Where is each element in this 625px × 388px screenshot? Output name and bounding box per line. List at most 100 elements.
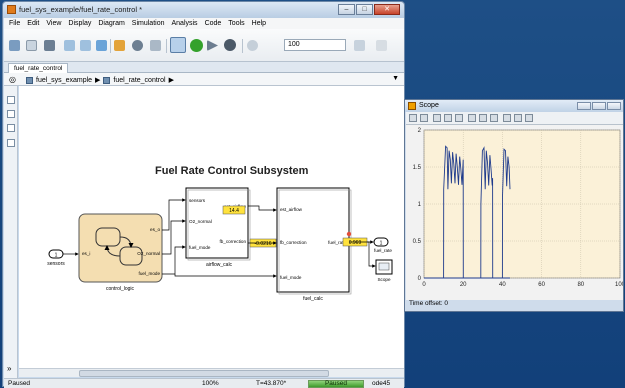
breadcrumb-item-root[interactable]: fuel_sys_example [36, 77, 92, 84]
airflow-calc-in-label: fuel_mode [189, 245, 211, 250]
scope-maximize-button[interactable] [592, 102, 606, 110]
y-tick-label: 2 [418, 128, 422, 134]
menu-file[interactable]: File [9, 20, 20, 27]
step-back-icon[interactable] [170, 37, 186, 53]
record-icon[interactable] [247, 40, 258, 51]
display-fb-correction-value: -0.0216 [255, 241, 272, 247]
signal-indicator-icon [346, 231, 352, 237]
menu-help[interactable]: Help [252, 20, 266, 27]
floating-scope-icon[interactable] [503, 114, 511, 122]
lock-axes-icon[interactable] [514, 114, 522, 122]
fuel-calc-in-label: fuel_mode [280, 275, 302, 280]
save-axes-icon[interactable] [479, 114, 487, 122]
toolbar: 100 [4, 29, 404, 62]
time-offset-value: 0 [444, 300, 449, 307]
subsystem-icon [103, 76, 111, 84]
signal-selection-icon[interactable] [525, 114, 533, 122]
maximize-button[interactable]: □ [356, 4, 373, 15]
zoom-y-icon[interactable] [455, 114, 463, 122]
menu-diagram[interactable]: Diagram [98, 20, 124, 27]
y-tick-label: 1.5 [413, 165, 422, 171]
breadcrumb-item-subsystem[interactable]: fuel_rate_control [113, 77, 165, 84]
left-palette: » [4, 86, 18, 378]
continue-run-icon[interactable] [190, 39, 203, 52]
x-tick-label: 80 [577, 282, 584, 288]
title-bar[interactable]: fuel_sys_example/fuel_rate_control * – □… [3, 2, 404, 18]
horizontal-scrollbar[interactable] [19, 368, 404, 377]
simulation-progress: Paused [308, 380, 364, 388]
new-model-icon[interactable] [9, 40, 20, 51]
stop-icon[interactable] [224, 39, 236, 51]
sim-time: T=43.870* [256, 380, 287, 387]
diagram-canvas[interactable]: Fuel Rate Control Subsystem 1 sensors es… [19, 86, 404, 368]
progress-label: Paused [324, 380, 348, 387]
save-icon[interactable] [44, 40, 55, 51]
menu-code[interactable]: Code [205, 20, 222, 27]
menu-display[interactable]: Display [68, 20, 91, 27]
scope-minimize-button[interactable] [577, 102, 591, 110]
settings-gear-icon[interactable] [132, 40, 143, 51]
model-explorer-icon[interactable] [150, 40, 161, 51]
display-est-airflow-value: 14.4 [229, 208, 239, 214]
expand-palette-icon[interactable]: » [7, 364, 11, 373]
model-icon [26, 76, 33, 84]
menu-tools[interactable]: Tools [228, 20, 244, 27]
library-browser-icon[interactable] [114, 40, 125, 51]
chevron-down-icon[interactable]: ▼ [392, 75, 399, 82]
simulink-window: fuel_sys_example/fuel_rate_control * – □… [2, 1, 405, 388]
airflow-calc-in-label: O2_normal [189, 219, 212, 224]
annotation-icon[interactable] [7, 139, 15, 147]
zoom-icon[interactable] [433, 114, 441, 122]
model-advisor-icon[interactable] [354, 40, 365, 51]
close-button[interactable]: ✕ [374, 4, 400, 15]
menu-edit[interactable]: Edit [27, 20, 39, 27]
time-offset-label: Time offset: [409, 300, 443, 307]
step-forward-icon[interactable] [207, 40, 218, 51]
scope-app-icon [408, 102, 416, 110]
control-logic-out-label: O2_normal [137, 251, 160, 256]
up-arrow-icon[interactable] [96, 40, 107, 51]
tab-fuel-rate-control[interactable]: fuel_rate_control [8, 63, 69, 73]
scope-block-label: Scope [377, 277, 390, 282]
x-tick-label: 100 [615, 282, 623, 288]
control-logic-out-label: fuel_mode [139, 271, 161, 276]
parameters-icon[interactable] [420, 114, 428, 122]
build-icon[interactable] [376, 40, 387, 51]
breadcrumb-separator-icon: ▶ [95, 77, 101, 84]
scrollbar-thumb[interactable] [79, 370, 329, 377]
airflow-calc-in-label: sensors [189, 198, 206, 203]
window-title: fuel_sys_example/fuel_rate_control * [19, 5, 142, 14]
menu-view[interactable]: View [46, 20, 61, 27]
menu-analysis[interactable]: Analysis [171, 20, 197, 27]
diagram-title: Fuel Rate Control Subsystem [155, 165, 309, 177]
y-tick-label: 0.5 [413, 239, 422, 245]
x-tick-label: 0 [422, 282, 426, 288]
arrow-icon[interactable] [7, 124, 15, 132]
x-tick-label: 60 [538, 282, 545, 288]
scope-window: Scope 0 20 40 60 80 100 0 0.5 1 1.5 2 Time offset:… [404, 99, 625, 312]
x-tick-label: 40 [499, 282, 506, 288]
zoom-icon[interactable] [7, 96, 15, 104]
scope-close-button[interactable] [607, 102, 621, 110]
autoscale-icon[interactable] [468, 114, 476, 122]
breadcrumb-separator-icon: ▶ [168, 77, 174, 84]
fit-to-view-icon[interactable] [7, 110, 15, 118]
display-fuel-rate-value: 0.969 [349, 240, 362, 246]
tab-strip: fuel_rate_control [4, 62, 404, 73]
control-logic-out-label: es_o [150, 227, 160, 232]
menu-simulation[interactable]: Simulation [132, 20, 165, 27]
forward-arrow-icon[interactable] [80, 40, 91, 51]
stop-time-input[interactable]: 100 [284, 39, 346, 51]
zoom-x-icon[interactable] [444, 114, 452, 122]
control-logic-in-label: es_i [82, 251, 90, 256]
minimize-button[interactable]: – [338, 4, 355, 15]
scope-title-bar[interactable]: Scope [405, 100, 623, 112]
hide-browser-icon[interactable]: ◎ [9, 75, 16, 84]
open-icon[interactable] [26, 40, 37, 51]
back-arrow-icon[interactable] [64, 40, 75, 51]
scope-plot-area[interactable]: 0 20 40 60 80 100 0 0.5 1 1.5 2 [406, 125, 625, 300]
restore-axes-icon[interactable] [490, 114, 498, 122]
status-bar: Paused 100% T=43.870* Paused ode45 [4, 378, 404, 388]
print-icon[interactable] [409, 114, 417, 122]
breadcrumb: ◎ fuel_sys_example ▶ fuel_rate_control ▶… [4, 73, 404, 86]
